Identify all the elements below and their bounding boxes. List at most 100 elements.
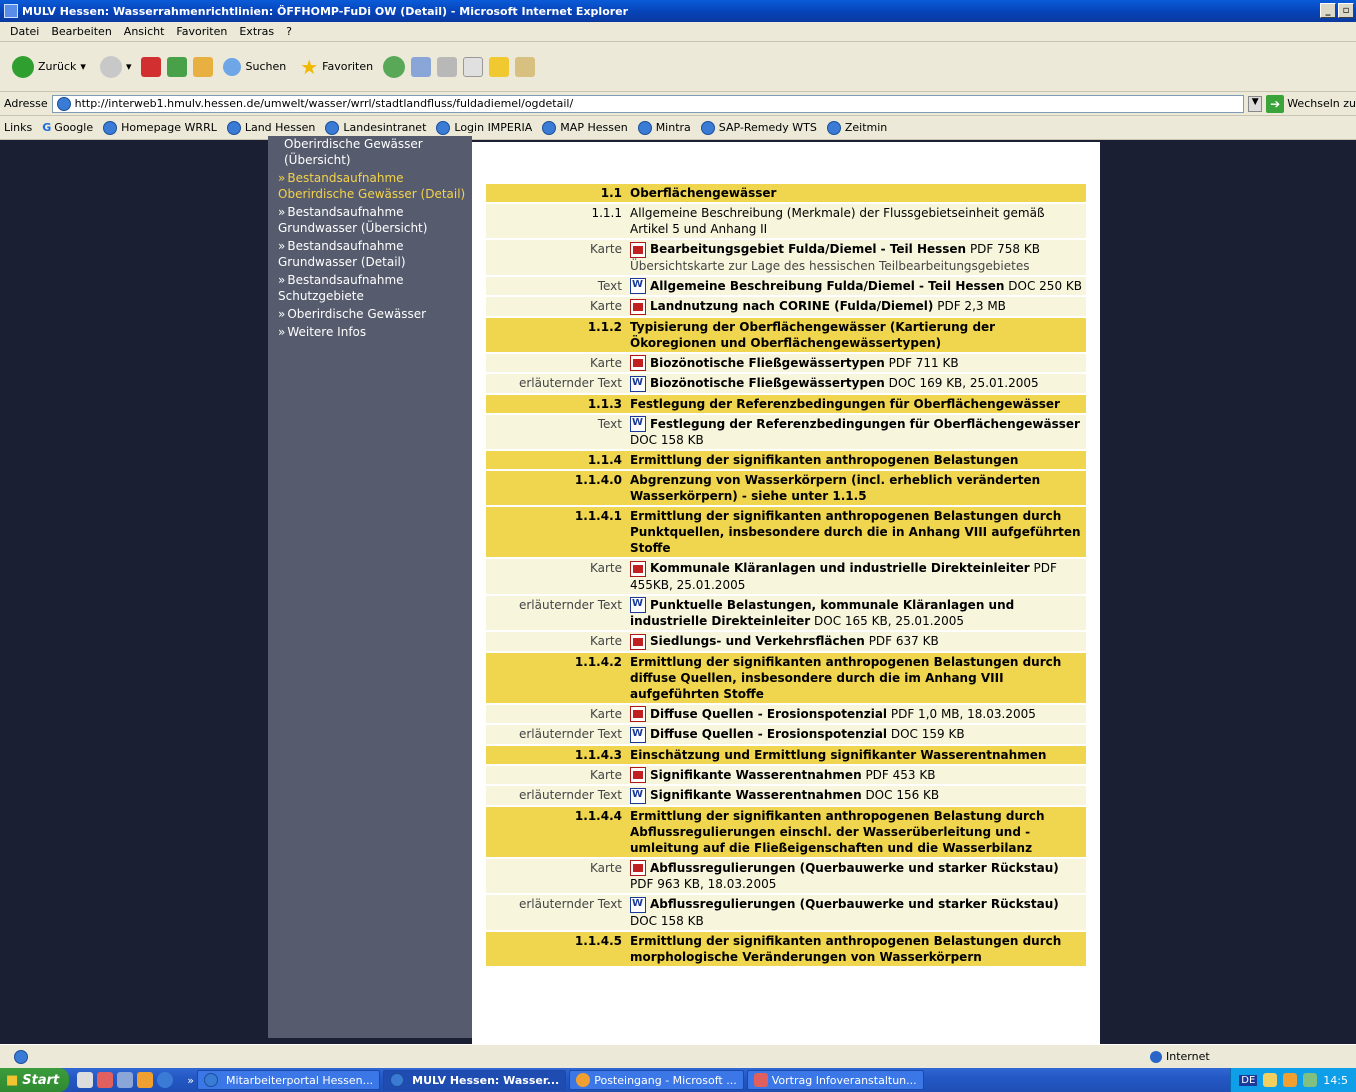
link-login-imperia[interactable]: Login IMPERIA (436, 120, 533, 135)
quicklaunch-chevron[interactable]: » (187, 1074, 194, 1087)
link-landesintranet[interactable]: Landesintranet (325, 120, 426, 135)
quicklaunch-icon[interactable] (117, 1072, 134, 1088)
sidebar-item[interactable]: » Weitere Infos (278, 324, 472, 340)
link-label: MAP Hessen (560, 121, 628, 134)
tray-icon[interactable] (1283, 1073, 1298, 1087)
link-homepage-wrrl[interactable]: Homepage WRRL (103, 120, 217, 135)
favorites-button[interactable]: ★ Favoriten (296, 53, 377, 81)
forward-button[interactable]: ▾ (96, 54, 136, 80)
sidebar-item[interactable]: » Oberirdische Gewässer (278, 306, 472, 322)
menu-ansicht[interactable]: Ansicht (118, 25, 171, 38)
document-link[interactable]: Biozönotische Fließgewässertypen (650, 376, 885, 390)
chevron-right-icon: » (278, 205, 286, 219)
quicklaunch-icon[interactable] (97, 1072, 114, 1088)
stop-icon[interactable] (141, 56, 162, 77)
ie-page-icon (436, 120, 451, 135)
link-label: Login IMPERIA (454, 121, 533, 134)
document-link[interactable]: Abflussregulierungen (Querbauwerke und s… (650, 897, 1059, 911)
section-title: Ermittlung der signifikanten anthropogen… (626, 507, 1086, 557)
document-link[interactable]: Signifikante Wasserentnahmen (650, 768, 862, 782)
menu-datei[interactable]: Datei (4, 25, 45, 38)
link-sap-remedy[interactable]: SAP-Remedy WTS (700, 120, 817, 135)
section-title: Festlegung der Referenzbedingungen für O… (626, 394, 1086, 413)
document-entry: Signifikante Wasserentnahmen DOC 156 KB (626, 786, 1086, 805)
sidebar-item-label: Bestandsaufnahme Grundwasser (Übersicht) (278, 205, 428, 235)
notes-icon[interactable] (489, 56, 510, 77)
start-button[interactable]: ■ Start (0, 1068, 70, 1092)
go-button[interactable]: ➔ Wechseln zu (1266, 94, 1356, 113)
task-posteingang[interactable]: Posteingang - Microsoft ... (569, 1070, 744, 1090)
document-link[interactable]: Diffuse Quellen - Erosionspotenzial (650, 707, 887, 721)
task-label: MULV Hessen: Wasser... (412, 1073, 560, 1087)
quicklaunch-icon[interactable] (137, 1072, 154, 1088)
doc-type-label: erläuternder Text (486, 786, 626, 805)
refresh-icon[interactable] (167, 56, 188, 77)
sidebar-item[interactable]: Oberirdische Gewässer (Übersicht) (278, 136, 472, 168)
powerpoint-icon (753, 1073, 768, 1087)
back-button[interactable]: Zurück ▾ (8, 54, 90, 80)
minimize-button[interactable]: _ (1320, 3, 1336, 18)
links-bar: Links G Google Homepage WRRL Land Hessen … (0, 116, 1356, 140)
sidebar-item[interactable]: » Bestandsaufnahme Oberirdische Gewässer … (278, 170, 472, 202)
language-indicator[interactable]: DE (1239, 1074, 1258, 1086)
maximize-button[interactable]: ▫ (1338, 3, 1354, 18)
research-icon[interactable] (515, 56, 536, 77)
edit-icon[interactable] (463, 56, 484, 77)
document-link[interactable]: Allgemeine Beschreibung Fulda/Diemel - T… (650, 279, 1004, 293)
search-button[interactable]: Suchen (219, 56, 290, 78)
task-mitarbeiterportal[interactable]: Mitarbeiterportal Hessen... (197, 1070, 381, 1090)
link-mintra[interactable]: Mintra (637, 120, 691, 135)
menu-bearbeiten[interactable]: Bearbeiten (45, 25, 117, 38)
document-link[interactable]: Festlegung der Referenzbedingungen für O… (650, 417, 1080, 431)
status-bar: Internet (0, 1044, 1356, 1068)
link-land-hessen[interactable]: Land Hessen (226, 120, 315, 135)
pdf-icon (630, 355, 646, 371)
volume-icon[interactable] (1303, 1073, 1318, 1087)
link-map-hessen[interactable]: MAP Hessen (542, 120, 628, 135)
document-row: Text Festlegung der Referenzbedingungen f… (486, 414, 1086, 449)
sidebar-item[interactable]: » Bestandsaufnahme Grundwasser (Detail) (278, 238, 472, 270)
menu-favoriten[interactable]: Favoriten (170, 25, 233, 38)
document-link[interactable]: Diffuse Quellen - Erosionspotenzial (650, 727, 887, 741)
document-meta: PDF 453 KB (865, 767, 936, 782)
address-url: http://interweb1.hmulv.hessen.de/umwelt/… (74, 97, 574, 110)
document-link[interactable]: Bearbeitungsgebiet Fulda/Diemel - Teil H… (650, 242, 966, 256)
print-icon[interactable] (437, 56, 458, 77)
document-link[interactable]: Abflussregulierungen (Querbauwerke und s… (650, 861, 1059, 875)
document-entry: Allgemeine Beschreibung Fulda/Diemel - T… (626, 276, 1086, 295)
link-google[interactable]: G Google (42, 121, 93, 134)
menu-help[interactable]: ? (280, 25, 298, 38)
section-header-row: 1.1.4.5 Ermittlung der signifikanten anth… (486, 931, 1086, 966)
document-meta: PDF 637 KB (868, 634, 939, 648)
taskbar: ■ Start » Mitarbeiterportal Hessen... MU… (0, 1068, 1356, 1092)
doc-type-label: Karte (486, 858, 626, 893)
document-row: Karte Biozönotische Fließgewässertypen PD… (486, 353, 1086, 372)
address-label: Adresse (4, 97, 48, 110)
document-link[interactable]: Kommunale Kläranlagen und industrielle D… (650, 561, 1030, 575)
doc-icon (630, 726, 646, 743)
document-row: Karte Landnutzung nach CORINE (Fulda/Diem… (486, 297, 1086, 316)
document-link[interactable]: Signifikante Wasserentnahmen (650, 788, 862, 802)
home-icon[interactable] (193, 56, 214, 77)
doc-type-label: Karte (486, 765, 626, 784)
window-controls: _ ▫ (1320, 3, 1354, 18)
quicklaunch-icon[interactable] (77, 1072, 94, 1088)
sidebar-item[interactable]: » Bestandsaufnahme Grundwasser (Übersicht… (278, 204, 472, 236)
sidebar-item-label: Oberirdische Gewässer (287, 307, 427, 321)
history-icon[interactable] (383, 55, 406, 78)
mail-tray-icon[interactable] (1263, 1073, 1278, 1087)
document-link[interactable]: Landnutzung nach CORINE (Fulda/Diemel) (650, 299, 933, 313)
sidebar-item[interactable]: » Bestandsaufnahme Schutzgebiete (278, 272, 472, 304)
task-mulv-hessen[interactable]: MULV Hessen: Wasser... (383, 1070, 567, 1090)
ie-quicklaunch-icon[interactable] (157, 1072, 174, 1088)
document-link[interactable]: Siedlungs- und Verkehrsflächen (650, 634, 865, 648)
mail-icon[interactable] (411, 56, 432, 77)
address-dropdown-icon[interactable]: ▼ (1248, 95, 1263, 112)
link-zeitmin[interactable]: Zeitmin (826, 120, 887, 135)
address-input[interactable]: http://interweb1.hmulv.hessen.de/umwelt/… (51, 94, 1245, 113)
chevron-right-icon: » (278, 239, 286, 253)
document-link[interactable]: Biozönotische Fließgewässertypen (650, 356, 885, 370)
task-vortrag[interactable]: Vortrag Infoveranstaltun... (746, 1070, 924, 1090)
document-meta: DOC 158 KB (630, 433, 704, 447)
menu-extras[interactable]: Extras (233, 25, 280, 38)
